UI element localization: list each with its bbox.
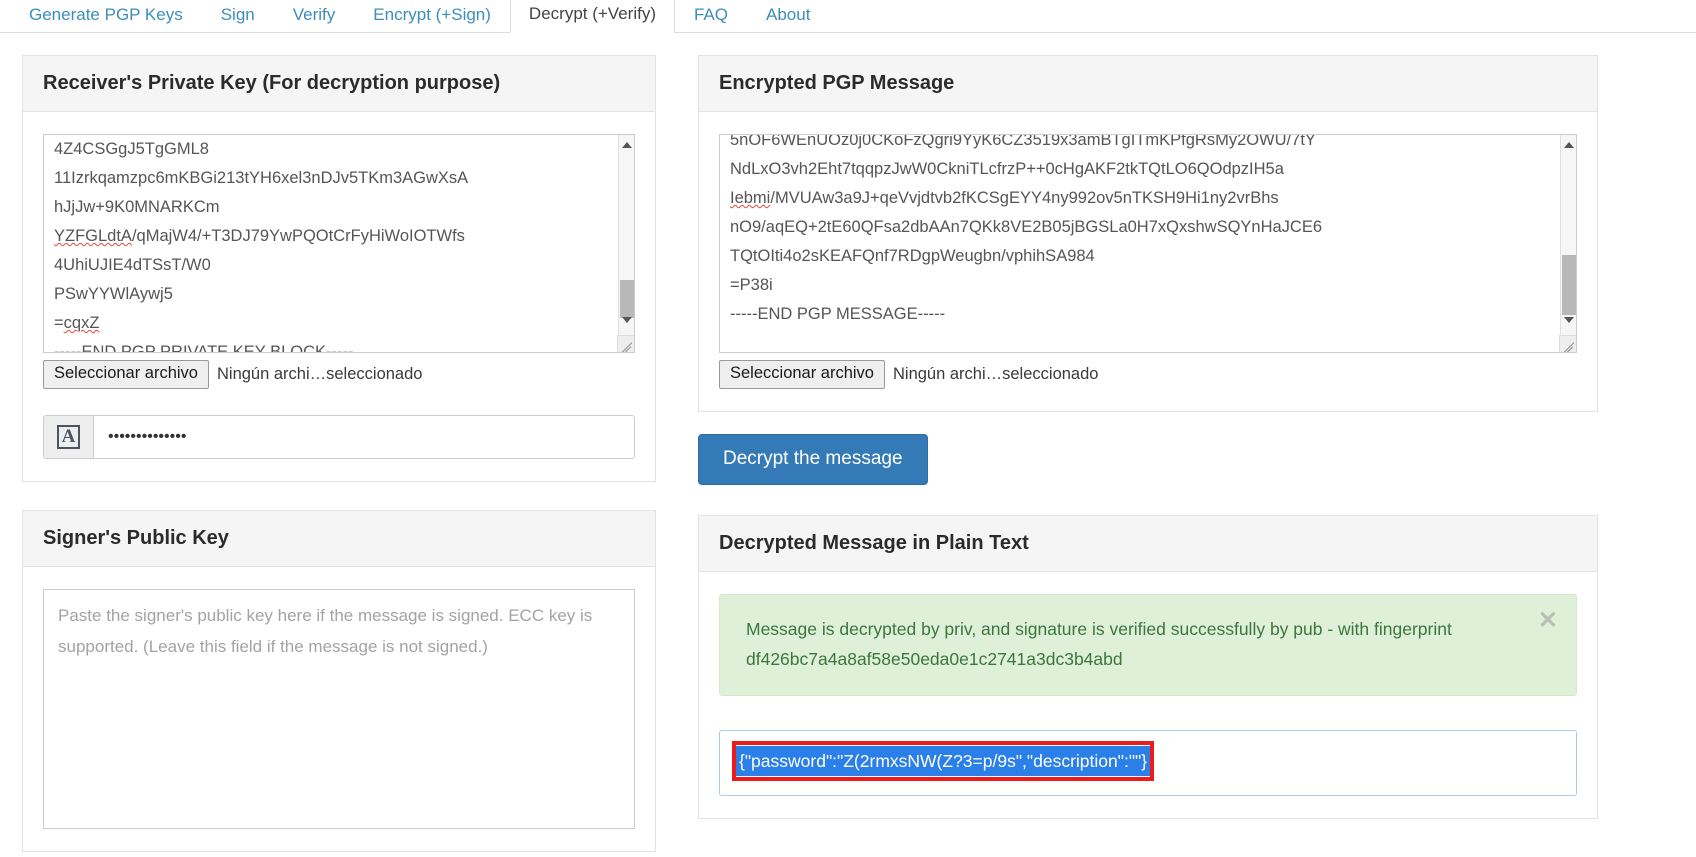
main-tab-bar: Generate PGP Keys Sign Verify Encrypt (+… bbox=[0, 0, 1696, 33]
signer-public-key-placeholder: Paste the signer's public key here if th… bbox=[58, 605, 593, 656]
signer-public-key-textarea[interactable]: Paste the signer's public key here if th… bbox=[43, 588, 635, 829]
tab-verify[interactable]: Verify bbox=[274, 0, 355, 33]
decryption-status-alert: Message is decrypted by priv, and signat… bbox=[719, 593, 1577, 696]
encrypted-panel-title: Encrypted PGP Message bbox=[719, 72, 955, 94]
letter-a-icon: A bbox=[56, 424, 81, 449]
private-key-file-row: Seleccionar archivo Ningún archi…selecci… bbox=[43, 360, 635, 389]
decryption-status-text: Message is decrypted by priv, and signat… bbox=[746, 618, 1452, 669]
encrypted-panel-header: Encrypted PGP Message bbox=[699, 56, 1597, 112]
scroll-down-arrow-icon[interactable] bbox=[619, 312, 634, 328]
encrypted-message-file-row: Seleccionar archivo Ningún archi…selecci… bbox=[719, 360, 1577, 389]
decrypt-the-message-button[interactable]: Decrypt the message bbox=[698, 433, 928, 485]
private-key-file-status: Ningún archi…seleccionado bbox=[217, 364, 423, 383]
decrypted-output-text: {"password":"Z(2rmxsNW(Z?3=p/9s","descri… bbox=[736, 745, 1151, 776]
encrypted-message-textarea-value: 5nOF6WEnUOz0j0CKoFzQgri9YyK6CZ3519x3amBT… bbox=[730, 134, 1323, 323]
encrypted-message-textarea[interactable]: 5nOF6WEnUOz0j0CKoFzQgri9YyK6CZ3519x3amBT… bbox=[719, 134, 1577, 353]
signers-public-key-panel: Signer's Public Key Paste the signer's p… bbox=[22, 509, 656, 852]
decrypt-button-row: Decrypt the message bbox=[698, 433, 1598, 485]
page-content: Receiver's Private Key (For decryption p… bbox=[0, 33, 1696, 857]
scroll-down-arrow-icon[interactable] bbox=[1561, 312, 1576, 328]
signer-panel-body: Paste the signer's public key here if th… bbox=[23, 567, 655, 851]
scroll-up-arrow-icon[interactable] bbox=[619, 137, 634, 153]
signer-panel-title: Signer's Public Key bbox=[43, 526, 229, 549]
encrypted-pgp-message-panel: Encrypted PGP Message 5nOF6WEnUOz0j0CKoF… bbox=[698, 55, 1598, 412]
signer-panel-header: Signer's Public Key bbox=[23, 510, 655, 567]
passphrase-input-group: A bbox=[43, 414, 635, 459]
private-key-textarea[interactable]: 4Z4CSGgJ5TgGML8 11Izrkqamzpc6mKBGi213tYH… bbox=[43, 134, 635, 353]
passphrase-input[interactable] bbox=[94, 415, 634, 458]
private-key-textarea-value: 4Z4CSGgJ5TgGML8 11Izrkqamzpc6mKBGi213tYH… bbox=[54, 140, 469, 353]
private-key-panel-header: Receiver's Private Key (For decryption p… bbox=[23, 56, 655, 112]
encrypted-message-file-status: Ningún archi…seleccionado bbox=[893, 364, 1099, 383]
left-column: Receiver's Private Key (For decryption p… bbox=[22, 55, 656, 857]
tab-encrypt-sign[interactable]: Encrypt (+Sign) bbox=[354, 0, 510, 33]
right-column: Encrypted PGP Message 5nOF6WEnUOz0j0CKoF… bbox=[698, 55, 1598, 857]
decrypted-output-highlight: {"password":"Z(2rmxsNW(Z?3=p/9s","descri… bbox=[732, 740, 1155, 781]
private-key-scrollbar[interactable] bbox=[618, 135, 634, 352]
encrypted-message-scrollbar[interactable] bbox=[1560, 135, 1576, 352]
decrypted-panel-header: Decrypted Message in Plain Text bbox=[699, 515, 1597, 572]
decrypted-panel-title: Decrypted Message in Plain Text bbox=[719, 531, 1029, 554]
tab-decrypt-verify[interactable]: Decrypt (+Verify) bbox=[509, 0, 675, 33]
passphrase-addon: A bbox=[44, 415, 94, 458]
close-icon[interactable]: ✕ bbox=[1538, 608, 1558, 633]
decrypted-panel-body: Message is decrypted by priv, and signat… bbox=[699, 572, 1597, 818]
textarea-resize-grip[interactable] bbox=[1559, 335, 1576, 352]
textarea-resize-grip[interactable] bbox=[617, 335, 634, 352]
encrypted-message-file-button[interactable]: Seleccionar archivo bbox=[719, 360, 885, 389]
private-key-panel-title: Receiver's Private Key (For decryption p… bbox=[43, 72, 501, 94]
encrypted-panel-body: 5nOF6WEnUOz0j0CKoFzQgri9YyK6CZ3519x3amBT… bbox=[699, 112, 1597, 411]
tab-about[interactable]: About bbox=[747, 0, 829, 33]
tab-generate-pgp-keys[interactable]: Generate PGP Keys bbox=[10, 0, 202, 33]
decrypted-output-box[interactable]: {"password":"Z(2rmxsNW(Z?3=p/9s","descri… bbox=[719, 729, 1577, 796]
private-key-file-button[interactable]: Seleccionar archivo bbox=[43, 360, 209, 389]
tab-faq[interactable]: FAQ bbox=[675, 0, 747, 33]
scrollbar-thumb[interactable] bbox=[1562, 255, 1576, 315]
decrypted-message-panel: Decrypted Message in Plain Text Message … bbox=[698, 514, 1598, 819]
private-key-panel-body: 4Z4CSGgJ5TgGML8 11Izrkqamzpc6mKBGi213tYH… bbox=[23, 112, 655, 481]
scroll-up-arrow-icon[interactable] bbox=[1561, 137, 1576, 153]
tab-sign[interactable]: Sign bbox=[202, 0, 274, 33]
receivers-private-key-panel: Receiver's Private Key (For decryption p… bbox=[22, 55, 656, 482]
